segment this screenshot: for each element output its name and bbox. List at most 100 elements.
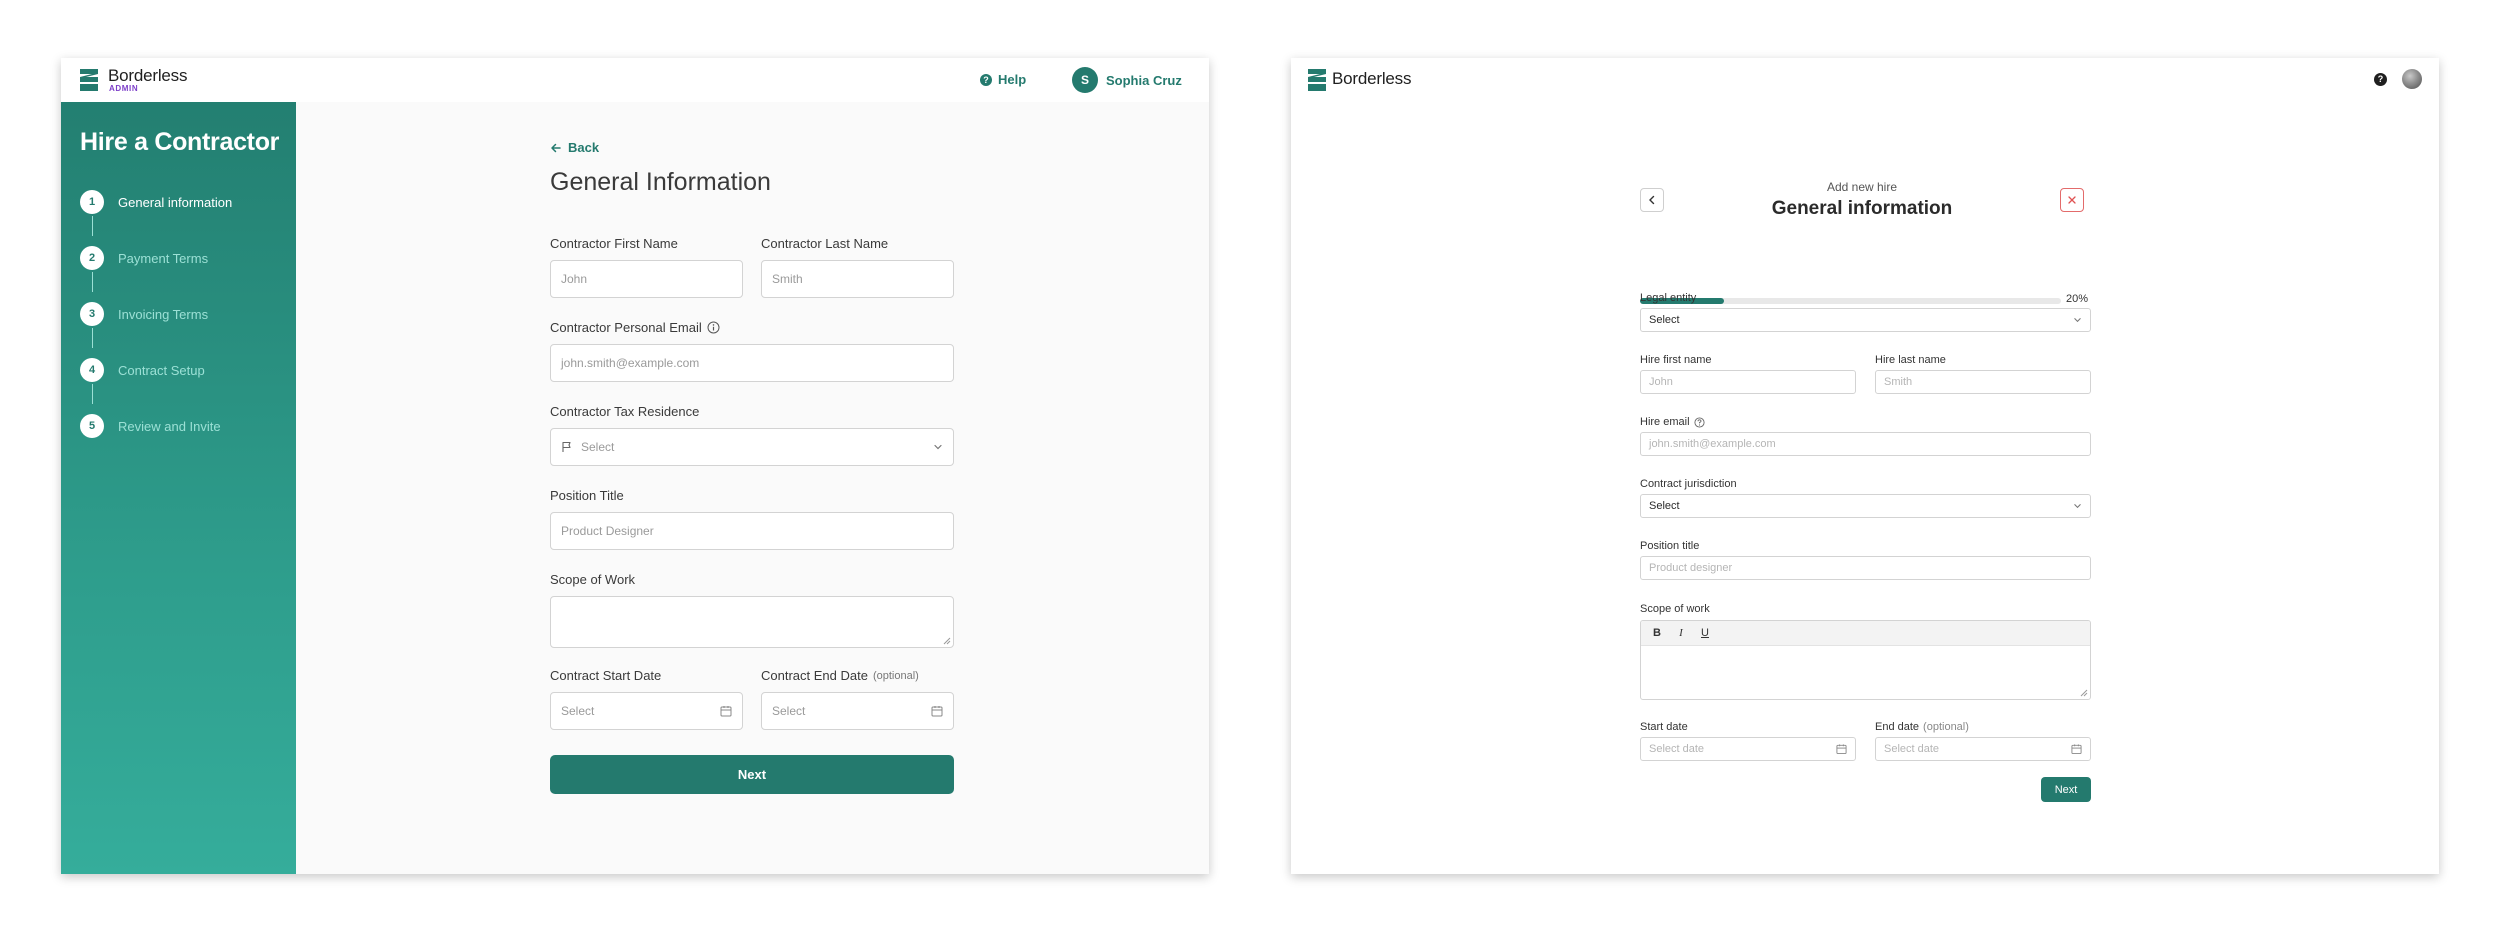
hire-last-name-input[interactable]: Smith	[1875, 370, 2091, 394]
editor-toolbar: B I U	[1641, 621, 2090, 646]
step-number: 3	[80, 302, 104, 326]
step-connector	[92, 328, 93, 348]
avatar: S	[1072, 67, 1098, 93]
end-date-input[interactable]: Select date	[1875, 737, 2091, 761]
hire-email-input[interactable]: john.smith@example.com	[1640, 432, 2091, 456]
step-label: Payment Terms	[118, 250, 209, 266]
borderless-logo-icon	[1308, 69, 1326, 91]
user-name: Sophia Cruz	[1106, 72, 1182, 88]
stepper-sidebar: Hire a Contractor 1 General information …	[61, 102, 296, 874]
close-button[interactable]	[2060, 188, 2084, 212]
tax-residence-select[interactable]: Select	[550, 428, 954, 466]
scope-of-work-label: Scope of work	[1640, 603, 1710, 615]
chevron-down-icon	[934, 444, 942, 450]
step-connector	[92, 216, 93, 236]
help-label: Help	[998, 72, 1027, 87]
arrow-left-icon	[551, 143, 561, 152]
user-menu[interactable]: S Sophia Cruz	[1072, 67, 1182, 93]
help-circle-icon[interactable]	[1693, 416, 1705, 428]
position-title-label: Position title	[1640, 540, 1700, 552]
step-payment-terms[interactable]: 2 Payment Terms	[80, 246, 208, 270]
back-label: Back	[568, 140, 600, 155]
underline-button[interactable]: U	[1695, 624, 1715, 642]
step-number: 1	[80, 190, 104, 214]
help-link[interactable]: ? Help	[980, 72, 1026, 87]
step-connector	[92, 272, 93, 292]
step-number: 2	[80, 246, 104, 270]
top-bar: Borderless ADMIN ? Help S Sophia Cruz	[61, 58, 1209, 103]
hire-first-name-input[interactable]: John	[1640, 370, 1856, 394]
calendar-icon	[931, 706, 943, 717]
step-number: 4	[80, 358, 104, 382]
first-name-label: Contractor First Name	[550, 236, 678, 251]
contract-jurisdiction-label: Contract jurisdiction	[1640, 478, 1737, 490]
help-icon: ?	[980, 73, 992, 86]
form-subtitle: Add new hire	[1826, 180, 1898, 194]
calendar-icon	[720, 706, 732, 717]
back-link[interactable]: Back	[550, 140, 599, 155]
borderless-logo-icon	[80, 69, 98, 91]
step-invoicing-terms[interactable]: 3 Invoicing Terms	[80, 302, 208, 326]
page-title: General information	[1771, 198, 1953, 219]
last-name-input[interactable]: Smith	[761, 260, 954, 298]
avatar[interactable]	[2402, 69, 2422, 89]
end-date-input[interactable]: Select	[761, 692, 954, 730]
next-button[interactable]: Next	[2041, 777, 2091, 802]
position-title-label: Position Title	[550, 488, 624, 503]
add-new-hire-screen: Borderless ? Add new hire General inform…	[1291, 58, 2439, 874]
start-date-input[interactable]: Select date	[1640, 737, 1856, 761]
progress-bar	[1640, 298, 2061, 304]
position-title-input[interactable]: Product Designer	[550, 512, 954, 550]
start-date-label: Contract Start Date	[550, 668, 662, 683]
sidebar-title: Hire a Contractor	[80, 128, 280, 156]
help-icon[interactable]: ?	[2374, 73, 2387, 86]
contract-jurisdiction-select[interactable]: Select	[1640, 494, 2091, 518]
position-title-input[interactable]: Product designer	[1640, 556, 2091, 580]
start-date-input[interactable]: Select	[550, 692, 743, 730]
end-date-label: End date (optional)	[1875, 721, 1969, 733]
next-button[interactable]: Next	[550, 755, 954, 794]
brand-name: Borderless	[108, 66, 188, 85]
start-date-label: Start date	[1640, 721, 1688, 733]
email-input[interactable]: john.smith@example.com	[550, 344, 954, 382]
back-button[interactable]	[1640, 188, 1664, 212]
step-label: Invoicing Terms	[118, 306, 209, 322]
step-label: General information	[118, 194, 233, 210]
hire-first-name-label: Hire first name	[1640, 354, 1712, 366]
italic-button[interactable]: I	[1671, 624, 1691, 642]
last-name-label: Contractor Last Name	[761, 236, 889, 251]
legal-entity-select[interactable]: Select	[1640, 308, 2091, 332]
form-area: Back General Information Contractor Firs…	[296, 102, 1209, 874]
chevron-down-icon	[2074, 318, 2081, 323]
scope-of-work-editor[interactable]: B I U	[1640, 620, 2091, 700]
resize-handle-icon[interactable]	[943, 637, 951, 645]
form-area: Add new hire General information 20%	[1291, 102, 2439, 874]
info-icon[interactable]	[707, 321, 720, 334]
hire-email-label: Hire email	[1640, 416, 1705, 428]
step-label: Review and Invite	[118, 418, 221, 434]
resize-handle-icon[interactable]	[2080, 689, 2088, 697]
calendar-icon	[1836, 744, 1847, 755]
bold-button[interactable]: B	[1647, 624, 1667, 642]
flag-icon	[562, 441, 571, 452]
chevron-left-icon	[1649, 195, 1655, 205]
legal-entity-label: Legal entity	[1640, 292, 1697, 304]
progress-label: 20%	[2066, 293, 2089, 305]
step-contract-setup[interactable]: 4 Contract Setup	[80, 358, 205, 382]
top-bar: Borderless ?	[1291, 58, 2439, 103]
scope-of-work-textarea[interactable]	[550, 596, 954, 648]
first-name-input[interactable]: John	[550, 260, 743, 298]
hire-last-name-label: Hire last name	[1875, 354, 1946, 366]
step-general-information[interactable]: 1 General information	[80, 190, 232, 214]
step-label: Contract Setup	[118, 362, 205, 378]
brand-name: Borderless	[1332, 69, 1412, 88]
page-title: General Information	[550, 168, 771, 196]
email-label: Contractor Personal Email	[550, 320, 720, 335]
end-date-label: Contract End Date (optional)	[761, 668, 919, 683]
tax-residence-label: Contractor Tax Residence	[550, 404, 700, 419]
brand-admin-label: ADMIN	[109, 84, 139, 93]
step-review-and-invite[interactable]: 5 Review and Invite	[80, 414, 221, 438]
close-icon	[2068, 196, 2076, 204]
scope-of-work-label: Scope of Work	[550, 572, 636, 587]
admin-hire-contractor-screen: Borderless ADMIN ? Help S Sophia Cruz Hi…	[61, 58, 1209, 874]
